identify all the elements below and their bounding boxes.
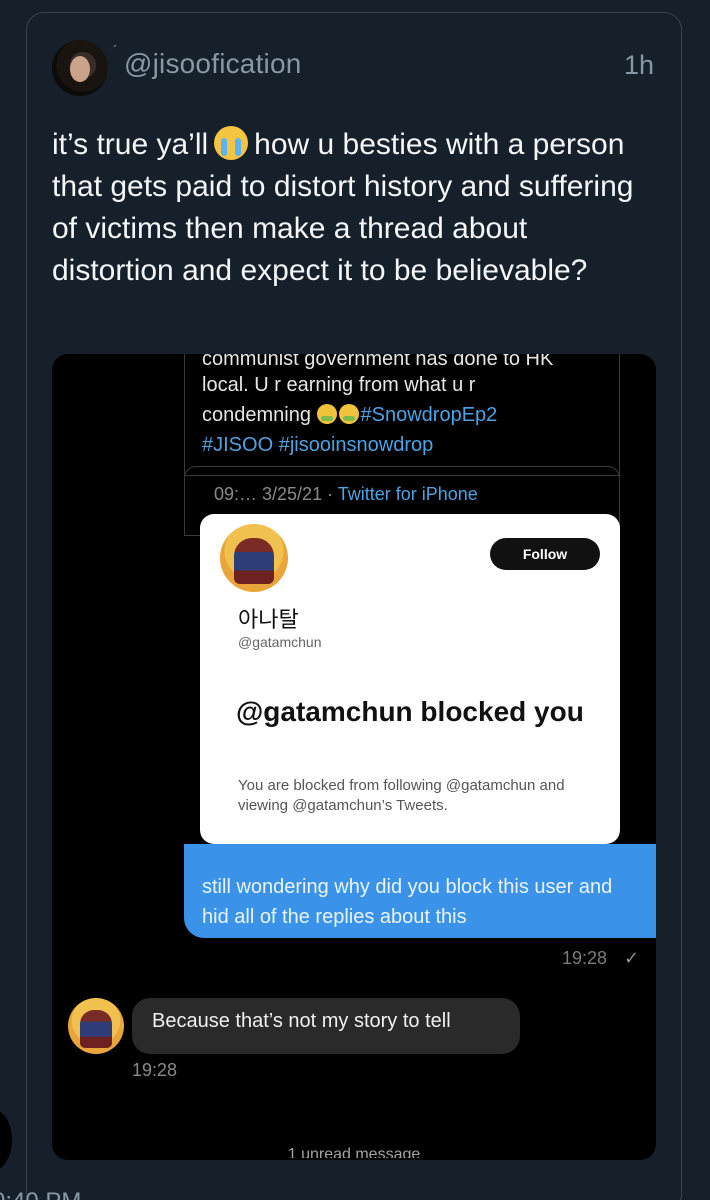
incoming-message-time: 19:28: [132, 1060, 178, 1080]
timeline-page: ´ @jisoofication 1h it’s true ya’ll how u…: [0, 0, 710, 1200]
profile-handle: @gatamchun: [238, 634, 322, 650]
side-avatar-partial[interactable]: [0, 1110, 12, 1170]
blocked-description: You are blocked from following @gatamchu…: [238, 777, 565, 814]
nauseated-emoji-icon: [338, 404, 359, 424]
author-handle[interactable]: @jisoofication: [124, 48, 302, 80]
outgoing-message-text: still wondering why did you block this u…: [202, 876, 613, 928]
author-avatar[interactable]: [52, 40, 108, 96]
nauseated-emoji-icon: [316, 404, 337, 424]
tweet-date: 09:… 3/25/21 ·: [214, 484, 338, 504]
hashtag-link[interactable]: #SnowdropEp2: [361, 404, 498, 426]
blocked-headline: @gatamchun blocked you: [236, 696, 584, 727]
quoted-line-1: local. U r earning from what u r: [202, 374, 476, 396]
tweet-text: it’s true ya’ll how u besties with a pers…: [52, 124, 652, 292]
attached-screenshot[interactable]: communist government has done to HK loca…: [52, 354, 656, 1160]
sender-avatar[interactable]: [68, 998, 124, 1054]
profile-avatar[interactable]: [220, 524, 288, 592]
crying-emoji-icon: [214, 126, 249, 160]
quoted-tweet-text: communist government has done to HK loca…: [202, 354, 622, 460]
unread-divider: 1 unread message: [287, 1146, 421, 1158]
tweet-source-link[interactable]: Twitter for iPhone: [338, 484, 478, 504]
hashtag-link[interactable]: #jisooinsnowdrop: [279, 434, 434, 456]
check-icon: ✓: [624, 948, 640, 968]
profile-name: 아나탈: [238, 608, 299, 633]
outgoing-message-time: 19:28: [562, 948, 608, 968]
incoming-message-text: Because that’s not my story to tell: [152, 1010, 451, 1032]
tweet-text-start: it’s true ya’ll: [52, 128, 209, 161]
partial-timestamp: 0:40 PM: [0, 1188, 81, 1200]
mark-icon: ´: [113, 42, 118, 58]
quoted-line-2: condemning: [202, 404, 311, 426]
follow-button[interactable]: Follow: [490, 538, 600, 570]
tweet-time[interactable]: 1h: [624, 50, 654, 81]
cut-off-line: communist government has done to HK: [202, 354, 554, 370]
blocked-profile-card: Follow 아나탈 @gatamchun @gatamchun blocked…: [200, 514, 620, 844]
hashtag-link[interactable]: #JISOO: [202, 434, 273, 456]
tweet-meta: 09:… 3/25/21 · Twitter for iPhone: [214, 484, 478, 505]
